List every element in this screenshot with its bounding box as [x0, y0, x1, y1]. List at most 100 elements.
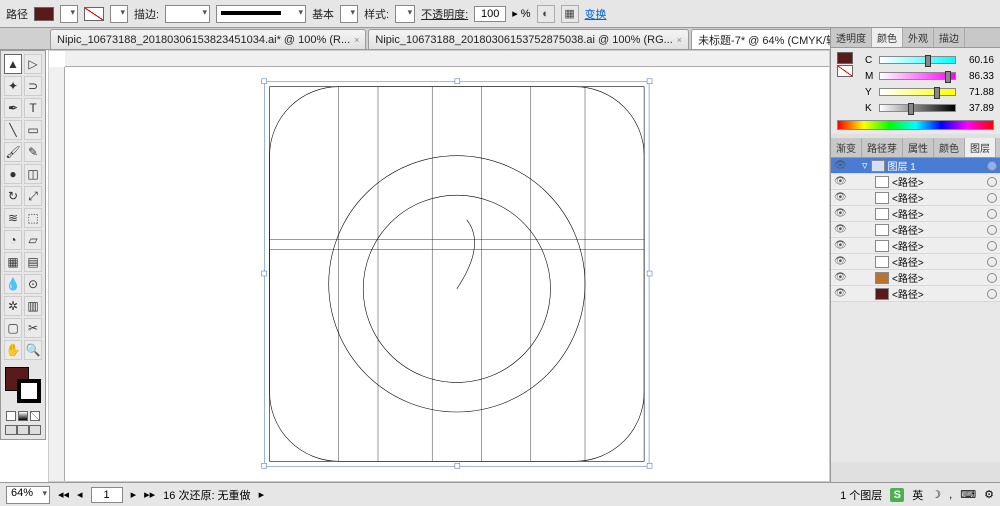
vertical-ruler[interactable]: [49, 67, 65, 481]
channel-slider[interactable]: [879, 104, 956, 112]
free-transform-tool[interactable]: ⬚: [24, 208, 42, 228]
target-icon[interactable]: [987, 225, 997, 235]
close-icon[interactable]: ×: [677, 35, 682, 45]
stroke-swatch[interactable]: [84, 7, 104, 21]
horizontal-ruler[interactable]: [65, 51, 829, 67]
layer-row[interactable]: 👁 <路径>: [831, 270, 1000, 286]
target-icon[interactable]: [987, 193, 997, 203]
prev-icon[interactable]: ◂: [77, 488, 83, 501]
rotate-tool[interactable]: ↻: [4, 186, 22, 206]
stroke-weight-dropdown[interactable]: [165, 5, 210, 23]
opacity-label[interactable]: 不透明度:: [421, 6, 468, 22]
mesh-tool[interactable]: ▦: [4, 252, 22, 272]
target-icon[interactable]: [987, 257, 997, 267]
layer-row[interactable]: 👁 ▿ 图层 1: [831, 158, 1000, 174]
brush-dropdown[interactable]: [216, 5, 306, 23]
spectrum-bar[interactable]: [837, 120, 994, 130]
align-icon[interactable]: ▦: [561, 5, 579, 23]
selection-tool[interactable]: ▲: [4, 54, 22, 74]
layer-name[interactable]: <路径>: [892, 254, 984, 269]
stroke-dropdown[interactable]: [110, 5, 128, 23]
layer-row[interactable]: 👁 <路径>: [831, 222, 1000, 238]
visibility-icon[interactable]: 👁: [834, 288, 846, 300]
panel-tab-pathfinder[interactable]: 路径芽: [862, 138, 903, 157]
ime-label[interactable]: 英: [912, 487, 923, 503]
layer-name[interactable]: <路径>: [892, 238, 984, 253]
layer-row[interactable]: 👁 <路径>: [831, 190, 1000, 206]
channel-slider[interactable]: [879, 88, 956, 96]
layer-row[interactable]: 👁 <路径>: [831, 238, 1000, 254]
stroke-preview[interactable]: [837, 65, 853, 77]
eyedropper-tool[interactable]: 💧: [4, 274, 22, 294]
scale-tool[interactable]: ⤢: [24, 186, 42, 206]
channel-slider[interactable]: [879, 56, 956, 64]
panel-tab-opacity[interactable]: 透明度: [831, 28, 872, 47]
paintbrush-tool[interactable]: 🖌: [4, 142, 22, 162]
basic-dropdown[interactable]: [340, 5, 358, 23]
panel-tab-gradient[interactable]: 渐变: [831, 138, 862, 157]
target-icon[interactable]: [987, 177, 997, 187]
layer-row[interactable]: 👁 <路径>: [831, 286, 1000, 302]
visibility-icon[interactable]: 👁: [834, 208, 846, 220]
artboard-input[interactable]: 1: [91, 487, 123, 503]
line-tool[interactable]: ╲: [4, 120, 22, 140]
target-icon[interactable]: [987, 289, 997, 299]
fill-preview[interactable]: [837, 52, 853, 64]
visibility-icon[interactable]: 👁: [834, 160, 846, 172]
transform-link[interactable]: 变换: [585, 6, 607, 22]
style-dropdown[interactable]: [395, 5, 415, 23]
target-icon[interactable]: [987, 209, 997, 219]
ime-badge[interactable]: S: [890, 488, 904, 502]
next-artboard-icon[interactable]: ▸▸: [144, 488, 155, 501]
zoom-dropdown[interactable]: 64%: [6, 486, 50, 504]
visibility-icon[interactable]: 👁: [834, 192, 846, 204]
target-icon[interactable]: [987, 273, 997, 283]
close-icon[interactable]: ×: [354, 35, 359, 45]
hand-tool[interactable]: ✋: [4, 340, 22, 360]
moon-icon[interactable]: ☽: [931, 488, 941, 501]
panel-tab-attributes[interactable]: 属性: [903, 138, 934, 157]
blob-brush-tool[interactable]: ●: [4, 164, 22, 184]
channel-value[interactable]: 60.16: [960, 55, 994, 66]
gradient-tool[interactable]: ▤: [24, 252, 42, 272]
visibility-icon[interactable]: 👁: [834, 224, 846, 236]
layer-name[interactable]: <路径>: [892, 190, 984, 205]
layer-name[interactable]: <路径>: [892, 206, 984, 221]
visibility-icon[interactable]: 👁: [834, 256, 846, 268]
pencil-tool[interactable]: ✎: [24, 142, 42, 162]
visibility-icon[interactable]: 👁: [834, 240, 846, 252]
symbol-sprayer-tool[interactable]: ✲: [4, 296, 22, 316]
fill-swatch[interactable]: [34, 7, 54, 21]
layer-row[interactable]: 👁 <路径>: [831, 174, 1000, 190]
channel-value[interactable]: 37.89: [960, 103, 994, 114]
panel-tab-stroke[interactable]: 描边: [934, 28, 965, 47]
channel-slider[interactable]: [879, 72, 956, 80]
lasso-tool[interactable]: ⊃: [24, 76, 42, 96]
document-tab[interactable]: Nipic_10673188_20180306153823451034.ai* …: [50, 29, 366, 49]
panel-tab-appearance[interactable]: 外观: [903, 28, 934, 47]
layer-name[interactable]: 图层 1: [888, 158, 984, 173]
panel-tab-color[interactable]: 颜色: [872, 28, 903, 47]
opacity-input[interactable]: 100: [474, 6, 506, 22]
layer-name[interactable]: <路径>: [892, 286, 984, 301]
magic-wand-tool[interactable]: ✦: [4, 76, 22, 96]
document-tab[interactable]: Nipic_10673188_20180306153752875038.ai @…: [368, 29, 689, 49]
slice-tool[interactable]: ✂: [24, 318, 42, 338]
eraser-tool[interactable]: ◫: [24, 164, 42, 184]
layer-name[interactable]: <路径>: [892, 174, 984, 189]
shape-builder-tool[interactable]: ◔: [4, 230, 22, 250]
visibility-icon[interactable]: 👁: [834, 272, 846, 284]
fill-dropdown[interactable]: [60, 5, 78, 23]
prev-artboard-icon[interactable]: ◂◂: [58, 488, 69, 501]
layer-row[interactable]: 👁 <路径>: [831, 206, 1000, 222]
blend-tool[interactable]: ⊙: [24, 274, 42, 294]
width-tool[interactable]: ≋: [4, 208, 22, 228]
type-tool[interactable]: T: [24, 98, 42, 118]
artwork-viewport[interactable]: [65, 67, 829, 481]
disclosure-icon[interactable]: ▿: [862, 159, 868, 172]
direct-selection-tool[interactable]: ▷: [24, 54, 42, 74]
channel-value[interactable]: 71.88: [960, 87, 994, 98]
recolor-icon[interactable]: ◐: [537, 5, 555, 23]
comma-icon[interactable]: ,: [949, 489, 952, 501]
artboard-tool[interactable]: ▢: [4, 318, 22, 338]
